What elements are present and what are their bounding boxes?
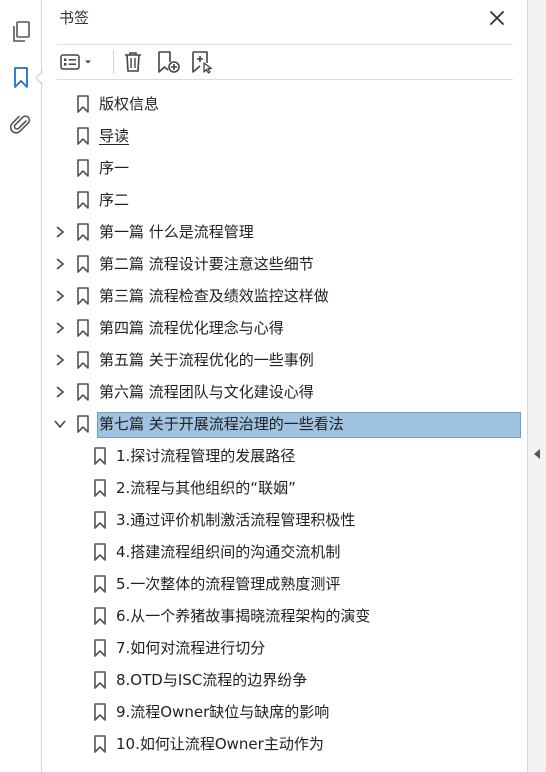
bookmark-label: 9.流程Owner缺位与缺席的影响 [116, 703, 330, 721]
new-bookmark-from-structure-icon [192, 51, 213, 74]
bookmark-label: 第三篇 流程检查及绩效监控这样做 [99, 287, 329, 305]
chevron-right-icon[interactable] [53, 385, 67, 399]
bookmark-label: 第六篇 流程团队与文化建设心得 [99, 383, 314, 401]
delete-bookmark-button[interactable] [121, 49, 145, 75]
bookmark-icon [94, 703, 106, 721]
chevron-right-icon[interactable] [53, 353, 67, 367]
chevron-right-icon[interactable] [53, 289, 67, 303]
bookmark-item[interactable]: 第五篇 关于流程优化的一些事例 [43, 348, 527, 372]
bookmark-label: 1.探讨流程管理的发展路径 [116, 447, 296, 465]
bookmark-item[interactable]: 第六篇 流程团队与文化建设心得 [43, 380, 527, 404]
bookmark-item[interactable]: 第一篇 什么是流程管理 [43, 220, 527, 244]
bookmark-label: 5.一次整体的流程管理成熟度测评 [116, 575, 341, 593]
bookmark-label: 2.流程与其他组织的“联姻” [116, 479, 296, 497]
bookmark-label: 6.从一个养猪故事揭晓流程架构的演变 [116, 607, 371, 625]
bookmark-label: 序一 [99, 159, 130, 177]
collapse-arrow-icon[interactable] [533, 448, 541, 460]
chevron-right-icon[interactable] [53, 225, 67, 239]
chevron-down-icon[interactable] [53, 417, 67, 431]
bookmark-icon [77, 127, 89, 145]
close-icon [490, 11, 504, 25]
left-tool-strip [0, 0, 44, 772]
toolbar-separator [113, 50, 114, 74]
bookmark-label: 序二 [99, 191, 130, 209]
bookmark-icon [77, 159, 89, 177]
bookmark-item[interactable]: 导读 [43, 124, 527, 148]
delete-bookmark-icon [125, 52, 141, 72]
bookmark-subitem[interactable]: 1.探讨流程管理的发展路径 [43, 444, 527, 468]
pages-icon[interactable] [7, 18, 35, 46]
bookmark-subitem[interactable]: 9.流程Owner缺位与缺席的影响 [43, 700, 527, 724]
bookmark-subitem[interactable]: 7.如何对流程进行切分 [43, 636, 527, 660]
bookmark-subitem[interactable]: 3.通过评价机制激活流程管理积极性 [43, 508, 527, 532]
bookmarks-panel: 书签 版权信息 导读 序一 序二 第一篇 什么是流程管理 第二篇 流程设计要注意… [43, 0, 527, 772]
bookmark-icon [77, 287, 89, 305]
bookmark-item[interactable]: 序二 [43, 188, 527, 212]
bookmark-label: 第二篇 流程设计要注意这些细节 [99, 255, 314, 273]
panel-title: 书签 [59, 9, 90, 27]
new-bookmark-icon [158, 51, 180, 73]
options-menu-icon [60, 54, 91, 70]
bookmark-label: 第七篇 关于开展流程治理的一些看法 [99, 415, 344, 433]
bookmark-label: 导读 [99, 127, 130, 145]
chevron-right-icon[interactable] [53, 321, 67, 335]
bookmark-icon[interactable] [7, 64, 35, 92]
bookmark-label: 版权信息 [99, 95, 160, 113]
bookmark-subitem[interactable]: 5.一次整体的流程管理成熟度测评 [43, 572, 527, 596]
bookmark-subitem[interactable]: 4.搭建流程组织间的沟通交流机制 [43, 540, 527, 564]
bookmark-label: 第五篇 关于流程优化的一些事例 [99, 351, 314, 369]
bookmark-label: 第四篇 流程优化理念与心得 [99, 319, 284, 337]
right-collapse-strip [527, 0, 546, 772]
bookmark-icon [94, 479, 106, 497]
bookmark-item[interactable]: 版权信息 [43, 92, 527, 116]
bookmark-icon [77, 223, 89, 241]
bookmark-item[interactable]: 第三篇 流程检查及绩效监控这样做 [43, 284, 527, 308]
bookmark-icon [94, 511, 106, 529]
bookmark-label: 4.搭建流程组织间的沟通交流机制 [116, 543, 341, 561]
bookmark-item[interactable]: 第四篇 流程优化理念与心得 [43, 316, 527, 340]
bookmark-icon [94, 671, 106, 689]
bookmark-icon [77, 319, 89, 337]
panel-header: 书签 [43, 0, 527, 36]
bookmark-icon [77, 191, 89, 209]
bookmark-icon [94, 607, 106, 625]
bookmark-subitem[interactable]: 2.流程与其他组织的“联姻” [43, 476, 527, 500]
bookmark-subitem[interactable]: 10.如何让流程Owner主动作为 [43, 732, 527, 756]
bookmark-label: 10.如何让流程Owner主动作为 [116, 735, 324, 753]
bookmark-subitem[interactable]: 8.OTD与ISC流程的边界纷争 [43, 668, 527, 692]
bookmark-item[interactable]: 序一 [43, 156, 527, 180]
bookmark-label: 第一篇 什么是流程管理 [99, 223, 254, 241]
bookmark-label: 7.如何对流程进行切分 [116, 639, 266, 657]
options-menu-button[interactable] [57, 49, 97, 75]
bookmark-icon [77, 255, 89, 273]
bookmark-toolbar [57, 44, 513, 80]
bookmark-icon [77, 351, 89, 369]
bookmark-icon [77, 95, 89, 113]
chevron-right-icon[interactable] [53, 257, 67, 271]
bookmark-icon [77, 383, 89, 401]
bookmark-item[interactable]: 第七篇 关于开展流程治理的一些看法 [43, 412, 527, 438]
bookmark-icon [94, 447, 106, 465]
bookmark-icon [94, 543, 106, 561]
bookmark-icon [94, 735, 106, 753]
attachment-icon[interactable] [7, 110, 35, 138]
bookmark-subitem[interactable]: 6.从一个养猪故事揭晓流程架构的演变 [43, 604, 527, 628]
bookmark-icon [94, 575, 106, 593]
bookmark-icon [77, 415, 89, 433]
close-button[interactable] [485, 6, 509, 30]
bookmark-item[interactable]: 第二篇 流程设计要注意这些细节 [43, 252, 527, 276]
new-bookmark-button[interactable] [155, 49, 183, 75]
bookmark-label: 3.通过评价机制激活流程管理积极性 [116, 511, 356, 529]
new-bookmark-from-structure-button[interactable] [189, 49, 217, 75]
bookmark-label: 8.OTD与ISC流程的边界纷争 [116, 671, 308, 689]
bookmark-icon [94, 639, 106, 657]
